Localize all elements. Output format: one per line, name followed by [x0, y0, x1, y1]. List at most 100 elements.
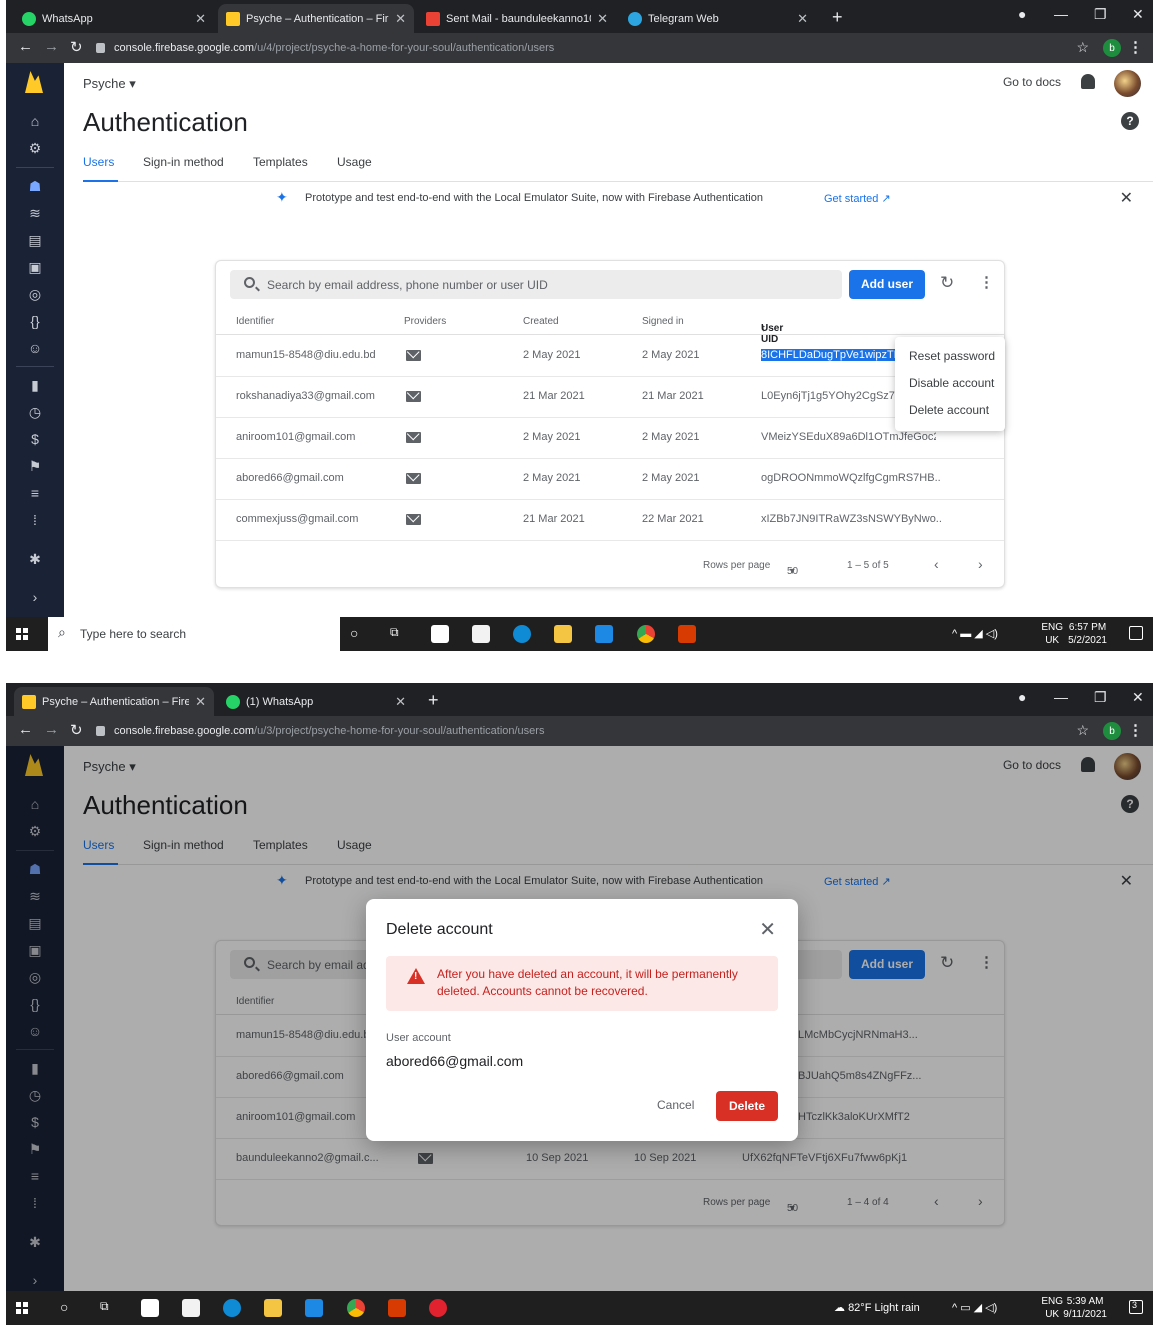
- functions-icon[interactable]: {}: [24, 310, 46, 332]
- weather-widget[interactable]: ☁ 82°F Light rain: [834, 1301, 920, 1314]
- minimize-icon[interactable]: —: [1054, 689, 1068, 705]
- close-window-icon[interactable]: ✕: [1132, 6, 1144, 23]
- close-tab-icon[interactable]: ✕: [395, 11, 406, 27]
- expand-rail-icon[interactable]: ›: [24, 586, 46, 608]
- hosting-icon[interactable]: ◎: [24, 283, 46, 305]
- close-window-icon[interactable]: ✕: [1132, 689, 1144, 706]
- browser-tab-firebase[interactable]: Psyche – Authentication – Fireba ✕: [218, 4, 414, 33]
- mail-icon[interactable]: [305, 1299, 323, 1317]
- opera-icon[interactable]: [429, 1299, 447, 1317]
- tray-icons[interactable]: ^ ▭ ◢ ◁): [952, 1301, 997, 1314]
- office-icon[interactable]: [678, 625, 696, 643]
- browser-tab-whatsapp[interactable]: (1) WhatsApp ✕: [218, 687, 414, 716]
- task-view-icon[interactable]: ⧉: [390, 625, 399, 640]
- profile-avatar[interactable]: b: [1103, 39, 1121, 57]
- table-row[interactable]: rokshanadiya33@gmail.com 21 Mar 2021 21 …: [216, 377, 1004, 418]
- office-icon[interactable]: [388, 1299, 406, 1317]
- edge-icon[interactable]: [223, 1299, 241, 1317]
- notifications-bell-icon[interactable]: [1081, 74, 1095, 89]
- firebase-logo[interactable]: [25, 71, 43, 93]
- media-icon[interactable]: ●: [1018, 689, 1026, 705]
- project-selector[interactable]: Psyche ▾: [83, 76, 136, 92]
- machine-learning-icon[interactable]: ☺: [24, 337, 46, 359]
- store-icon[interactable]: [182, 1299, 200, 1317]
- back-icon[interactable]: ←: [18, 721, 33, 738]
- profile-avatar[interactable]: b: [1103, 722, 1121, 740]
- file-explorer-icon[interactable]: [554, 625, 572, 643]
- next-page-icon[interactable]: ›: [978, 556, 983, 572]
- reload-icon[interactable]: ↻: [70, 38, 83, 56]
- address-bar[interactable]: console.firebase.google.com /u/4/project…: [96, 37, 1063, 59]
- bookmark-star-icon[interactable]: ☆: [1076, 722, 1089, 739]
- file-icon[interactable]: [141, 1299, 159, 1317]
- minimize-icon[interactable]: —: [1054, 6, 1068, 22]
- chrome-icon[interactable]: [637, 625, 655, 643]
- account-avatar[interactable]: [1114, 70, 1141, 97]
- close-tab-icon[interactable]: ✕: [195, 694, 206, 710]
- tab-users[interactable]: Users: [83, 154, 118, 182]
- forward-icon[interactable]: →: [44, 38, 59, 55]
- extensions-puzzle-icon[interactable]: ✱: [24, 548, 46, 570]
- close-tab-icon[interactable]: ✕: [797, 11, 808, 27]
- cortana-icon[interactable]: ○: [350, 625, 358, 641]
- browser-tab-gmail[interactable]: Sent Mail - baunduleekanno10@ ✕: [418, 4, 616, 33]
- tab-sign-in-method[interactable]: Sign-in method: [143, 154, 224, 182]
- restore-icon[interactable]: ❐: [1094, 6, 1107, 23]
- input-language[interactable]: ENG UK: [1041, 1295, 1063, 1321]
- delete-button[interactable]: Delete: [716, 1091, 778, 1121]
- media-icon[interactable]: ●: [1018, 6, 1026, 22]
- search-input[interactable]: Search by email address, phone number or…: [230, 270, 842, 299]
- close-dialog-icon[interactable]: ✕: [759, 917, 776, 942]
- home-icon[interactable]: ⌂: [24, 110, 46, 132]
- taskbar-search[interactable]: ⌕ Type here to search: [48, 617, 340, 651]
- input-language[interactable]: ENG UK: [1041, 621, 1063, 647]
- database-icon[interactable]: ▤: [24, 229, 46, 251]
- chrome-icon[interactable]: [347, 1299, 365, 1317]
- cancel-button[interactable]: Cancel: [657, 1098, 694, 1112]
- disable-account-menu-item[interactable]: Disable account: [909, 376, 994, 390]
- close-banner-icon[interactable]: ✕: [1120, 188, 1133, 208]
- firestore-icon[interactable]: ≋: [24, 202, 46, 224]
- get-started-link[interactable]: Get started ↗: [824, 192, 891, 205]
- action-center-icon[interactable]: [1129, 626, 1143, 640]
- close-tab-icon[interactable]: ✕: [195, 11, 206, 27]
- taskbar-clock[interactable]: 5:39 AM 9/11/2021: [1063, 1295, 1107, 1321]
- app-distribution-icon[interactable]: ≡: [24, 482, 46, 504]
- refresh-icon[interactable]: ↻: [940, 273, 954, 293]
- browser-tab-firebase[interactable]: Psyche – Authentication – Fireba ✕: [14, 687, 214, 716]
- store-icon[interactable]: [472, 625, 490, 643]
- browser-tab-telegram[interactable]: Telegram Web ✕: [620, 4, 816, 33]
- authentication-icon[interactable]: ☗: [24, 175, 46, 197]
- table-row[interactable]: mamun15-8548@diu.edu.bd 2 May 2021 2 May…: [216, 336, 1004, 377]
- file-icon[interactable]: [431, 625, 449, 643]
- tab-usage[interactable]: Usage: [337, 154, 372, 182]
- more-options-icon[interactable]: ⋮: [979, 273, 994, 291]
- reset-password-menu-item[interactable]: Reset password: [909, 349, 995, 363]
- settings-icon[interactable]: ⚙: [24, 137, 46, 159]
- help-icon[interactable]: ?: [1121, 112, 1139, 130]
- column-providers[interactable]: Providers: [404, 316, 446, 327]
- browser-tab-whatsapp[interactable]: WhatsApp ✕: [14, 4, 214, 33]
- forward-icon[interactable]: →: [44, 721, 59, 738]
- performance-icon[interactable]: $: [24, 428, 46, 450]
- restore-icon[interactable]: ❐: [1094, 689, 1107, 706]
- column-identifier[interactable]: Identifier: [236, 316, 274, 327]
- close-tab-icon[interactable]: ✕: [597, 11, 608, 27]
- analytics-icon[interactable]: ▮: [24, 374, 46, 396]
- previous-page-icon[interactable]: ‹: [934, 556, 939, 572]
- test-lab-icon[interactable]: ⚑: [24, 455, 46, 477]
- windows-start-icon[interactable]: [16, 628, 28, 640]
- add-user-button[interactable]: Add user: [849, 270, 925, 299]
- go-to-docs-link[interactable]: Go to docs: [1003, 75, 1061, 89]
- close-tab-icon[interactable]: ✕: [395, 694, 406, 710]
- tab-templates[interactable]: Templates: [253, 154, 308, 182]
- bookmark-star-icon[interactable]: ☆: [1076, 39, 1089, 56]
- browser-menu-icon[interactable]: ⋮: [1128, 721, 1143, 739]
- reload-icon[interactable]: ↻: [70, 721, 83, 739]
- cortana-icon[interactable]: ○: [60, 1299, 68, 1315]
- delete-account-menu-item[interactable]: Delete account: [909, 403, 989, 417]
- new-tab-icon[interactable]: +: [832, 7, 843, 28]
- browser-menu-icon[interactable]: ⋮: [1128, 38, 1143, 56]
- task-view-icon[interactable]: ⧉: [100, 1299, 109, 1314]
- back-icon[interactable]: ←: [18, 38, 33, 55]
